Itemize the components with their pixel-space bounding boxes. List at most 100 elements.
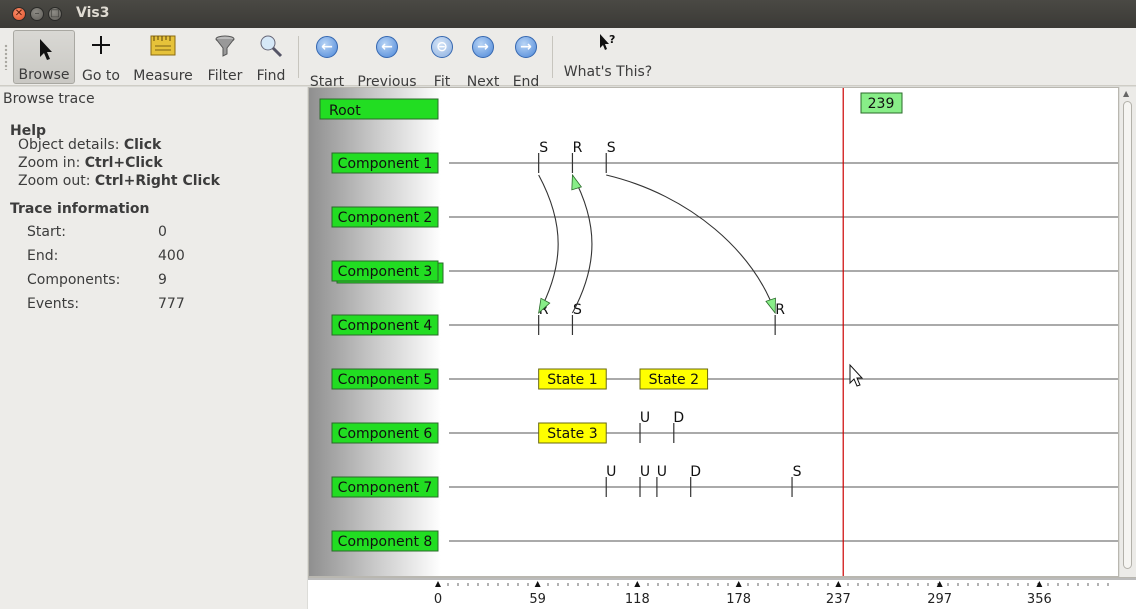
- whats-this-label: What's This?: [563, 64, 653, 80]
- minimize-icon[interactable]: –: [30, 7, 44, 21]
- whats-this-button[interactable]: ? What's This?: [562, 30, 654, 84]
- major-tick-icon: [735, 581, 742, 587]
- component-label: Component 5: [338, 372, 433, 388]
- arrow-right-icon: →: [510, 36, 542, 66]
- message-arrow[interactable]: [571, 174, 593, 314]
- toolbar-separator: [298, 36, 299, 78]
- toolbar-separator: [552, 36, 553, 78]
- event-label: U: [640, 410, 650, 426]
- major-tick-icon: [634, 581, 641, 587]
- tick-label: 178: [726, 592, 751, 607]
- message-arrowhead-icon: [765, 297, 776, 315]
- next-button[interactable]: → Next: [464, 30, 502, 90]
- info-label: Start:: [27, 224, 66, 240]
- window-title: Vis3: [76, 5, 110, 21]
- help-label: Zoom out:: [18, 173, 91, 189]
- major-tick-icon: [534, 581, 541, 587]
- fit-button[interactable]: ⊖ Fit: [428, 30, 456, 90]
- help-value: Click: [123, 137, 162, 153]
- arrow-right-icon: →: [464, 36, 502, 66]
- info-value: 0: [158, 224, 167, 240]
- root-label: Root: [329, 103, 361, 119]
- info-value: 777: [158, 296, 185, 312]
- event-label: S: [539, 140, 548, 156]
- mouse-pointer-icon: [849, 363, 864, 387]
- trace-view[interactable]: Root Component 1 Component 2 Component 3 Com…: [308, 87, 1119, 577]
- timeline-axis[interactable]: 0 59 118 178 237 297 356: [308, 577, 1136, 609]
- info-label: Events:: [27, 296, 80, 312]
- trace-canvas[interactable]: Root Component 1 Component 2 Component 3 Com…: [309, 88, 1119, 577]
- info-label: Components:: [27, 272, 121, 288]
- event-label: D: [673, 410, 684, 426]
- panel-header: Browse trace: [3, 91, 95, 107]
- tick-label: 356: [1027, 592, 1052, 607]
- event-label: R: [573, 140, 583, 156]
- event-label: D: [690, 464, 701, 480]
- tick-label: 237: [826, 592, 851, 607]
- vis3-window: ✕ – □ Vis3 Browse Go to Measure Filter F…: [0, 0, 1136, 609]
- message-arrow[interactable]: [606, 174, 776, 314]
- help-value: Ctrl+Click: [84, 155, 163, 171]
- timeline-canvas: 0 59 118 178 237 297 356: [308, 578, 1136, 607]
- event-label: U: [606, 464, 616, 480]
- start-button[interactable]: ← Start: [307, 30, 347, 90]
- pointer-question-icon: ?: [562, 30, 654, 54]
- trace-info-title: Trace information: [10, 201, 150, 217]
- maximize-icon[interactable]: □: [48, 7, 62, 21]
- component-label: Component 1: [338, 156, 433, 172]
- scrollbar-thumb[interactable]: [1123, 101, 1132, 569]
- component-label: Component 7: [338, 480, 433, 496]
- filter-label: Filter: [207, 68, 243, 84]
- toolbar-grip[interactable]: [4, 44, 8, 70]
- cursor-arrow-icon: [14, 31, 74, 61]
- end-button[interactable]: → End: [510, 30, 542, 90]
- help-label: Zoom in:: [18, 155, 81, 171]
- svg-text:?: ?: [609, 33, 615, 46]
- ruler-icon: [132, 30, 194, 60]
- left-panel: Browse trace Help Object details: Click …: [0, 87, 307, 609]
- goto-label: Go to: [82, 68, 120, 84]
- measure-label: Measure: [133, 68, 193, 84]
- find-button[interactable]: Find: [252, 30, 290, 84]
- info-value: 400: [158, 248, 185, 264]
- vertical-scrollbar[interactable]: ▲: [1120, 87, 1136, 577]
- event-label: U: [640, 464, 650, 480]
- find-label: Find: [256, 68, 286, 84]
- component-label: Component 4: [338, 318, 433, 334]
- help-object-details: Object details: Click: [18, 137, 161, 153]
- tick-label: 0: [434, 592, 442, 607]
- state-label: State 2: [649, 372, 699, 388]
- browse-button[interactable]: Browse: [13, 30, 75, 84]
- title-bar: ✕ – □ Vis3: [0, 0, 1136, 28]
- funnel-icon: [204, 30, 246, 60]
- help-zoom-in: Zoom in: Ctrl+Click: [18, 155, 163, 171]
- magnifier-icon: [252, 30, 290, 60]
- scroll-up-icon[interactable]: ▲: [1123, 89, 1129, 98]
- fit-icon: ⊖: [428, 36, 456, 66]
- event-label: S: [793, 464, 802, 480]
- major-tick-icon: [1036, 581, 1043, 587]
- tick-label: 59: [529, 592, 546, 607]
- component-label: Component 3: [338, 264, 433, 280]
- message-arrowhead-icon: [571, 173, 583, 191]
- filter-button[interactable]: Filter: [204, 30, 246, 84]
- measure-button[interactable]: Measure: [132, 30, 194, 84]
- major-tick-icon: [435, 581, 441, 587]
- tick-label: 118: [625, 592, 650, 607]
- state-label: State 3: [547, 426, 597, 442]
- help-label: Object details:: [18, 137, 120, 153]
- cursor-time-label: 239: [868, 96, 895, 112]
- browse-label: Browse: [18, 67, 70, 83]
- previous-button[interactable]: ← Previous: [355, 30, 419, 90]
- close-icon[interactable]: ✕: [12, 7, 26, 21]
- component-label: Component 2: [338, 210, 433, 226]
- help-value: Ctrl+Right Click: [94, 173, 220, 189]
- info-label: End:: [27, 248, 59, 264]
- arrow-left-icon: ←: [355, 36, 419, 66]
- component-label: Component 6: [338, 426, 433, 442]
- major-tick-icon: [835, 581, 842, 587]
- event-label: R: [775, 302, 785, 318]
- message-arrow[interactable]: [538, 174, 559, 314]
- event-label: S: [607, 140, 616, 156]
- goto-button[interactable]: Go to: [80, 30, 122, 84]
